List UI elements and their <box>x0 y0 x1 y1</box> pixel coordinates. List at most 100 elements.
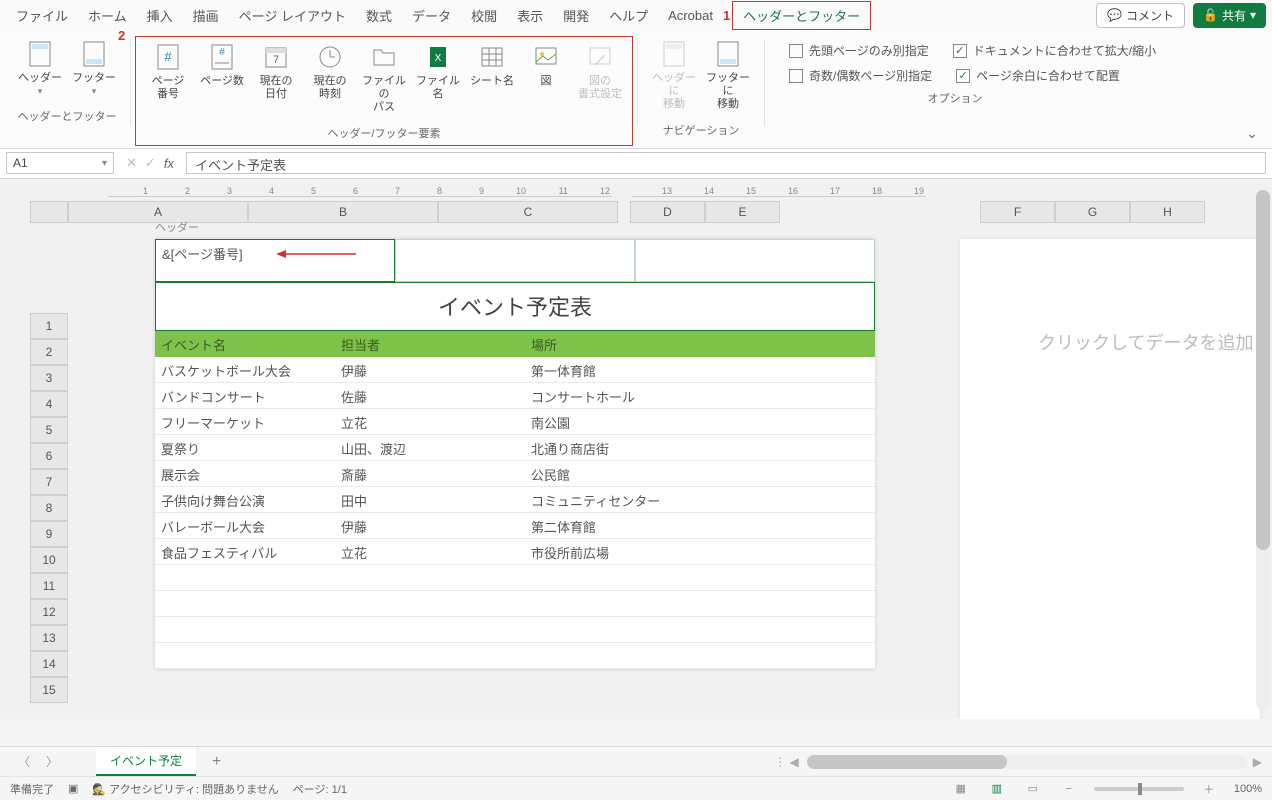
table-cell[interactable]: 第一体育館 <box>525 357 705 382</box>
zoom-slider[interactable] <box>1094 787 1184 791</box>
sheet-title-cell[interactable]: イベント予定表 <box>155 283 875 331</box>
zoom-out-button[interactable]: − <box>1058 783 1080 795</box>
row-header[interactable]: 8 <box>30 495 68 521</box>
tab-split-handle[interactable]: ⋮ ◀ <box>774 755 799 769</box>
row-header[interactable]: 2 <box>30 339 68 365</box>
table-row-empty[interactable] <box>155 591 875 617</box>
zoom-level[interactable]: 100% <box>1234 783 1262 795</box>
row-header[interactable]: 12 <box>30 599 68 625</box>
file-path-button[interactable]: ファイルの パス <box>358 39 410 119</box>
page-preview-2[interactable]: クリックしてデータを追加 <box>960 239 1260 719</box>
table-cell[interactable]: バスケットボール大会 <box>155 357 335 382</box>
table-cell[interactable]: コンサートホール <box>525 383 705 408</box>
current-time-button[interactable]: 現在の 時刻 <box>304 39 356 105</box>
accessibility-status[interactable]: 🕵 アクセシビリティ: 問題ありません <box>92 781 278 797</box>
menu-home[interactable]: ホーム <box>78 2 137 29</box>
table-cell[interactable]: 田中 <box>335 487 525 512</box>
row-header[interactable]: 15 <box>30 677 68 703</box>
tab-nav-prev[interactable]: 〈 <box>10 753 38 770</box>
menu-help[interactable]: ヘルプ <box>599 2 658 29</box>
table-cell[interactable]: バレーボール大会 <box>155 513 335 538</box>
table-row[interactable]: フリーマーケット立花南公園 <box>155 409 875 435</box>
table-cell[interactable]: 立花 <box>335 539 525 564</box>
zoom-in-button[interactable]: ＋ <box>1198 781 1220 797</box>
table-cell[interactable]: 夏祭り <box>155 435 335 460</box>
table-cell[interactable]: 北通り商店街 <box>525 435 705 460</box>
table-cell[interactable]: 伊藤 <box>335 513 525 538</box>
table-cell[interactable]: 斎藤 <box>335 461 525 486</box>
row-header[interactable]: 3 <box>30 365 68 391</box>
table-cell[interactable]: 子供向け舞台公演 <box>155 487 335 512</box>
share-button[interactable]: 🔓 共有 ▾ <box>1193 3 1266 28</box>
column-header[interactable]: E <box>705 201 780 223</box>
header-center-cell[interactable] <box>395 239 635 282</box>
column-header[interactable]: C <box>438 201 618 223</box>
table-cell[interactable]: バンドコンサート <box>155 383 335 408</box>
comments-button[interactable]: 💬 コメント <box>1096 3 1185 28</box>
table-cell[interactable]: 市役所前広場 <box>525 539 705 564</box>
row-header[interactable]: 1 <box>30 313 68 339</box>
hscroll-thumb[interactable] <box>807 755 1007 769</box>
ribbon-collapse-button[interactable]: ⌄ <box>1246 125 1258 142</box>
zoom-slider-thumb[interactable] <box>1138 783 1142 795</box>
picture-button[interactable]: 図 <box>520 39 572 92</box>
select-all-corner[interactable] <box>30 201 68 223</box>
table-cell[interactable]: 食品フェスティバル <box>155 539 335 564</box>
menu-insert[interactable]: 挿入 <box>137 2 183 29</box>
menu-view[interactable]: 表示 <box>507 2 553 29</box>
table-cell[interactable]: 展示会 <box>155 461 335 486</box>
fx-icon[interactable]: fx <box>164 156 174 171</box>
table-row[interactable]: バレーボール大会伊藤第二体育館 <box>155 513 875 539</box>
footer-button[interactable]: フッター▾ <box>68 36 120 102</box>
table-row[interactable]: 展示会斎藤公民館 <box>155 461 875 487</box>
table-cell[interactable]: 伊藤 <box>335 357 525 382</box>
view-page-break-button[interactable]: ▭ <box>1022 782 1044 795</box>
current-date-button[interactable]: 7現在の 日付 <box>250 39 302 105</box>
table-cell[interactable]: 佐藤 <box>335 383 525 408</box>
menu-data[interactable]: データ <box>402 2 461 29</box>
macro-record-icon[interactable]: ▣ <box>68 782 78 795</box>
vscroll-thumb[interactable] <box>1256 190 1270 550</box>
view-page-layout-button[interactable]: ▥ <box>986 782 1008 795</box>
table-row[interactable]: 子供向け舞台公演田中コミュニティセンター <box>155 487 875 513</box>
menu-header-footer[interactable]: ヘッダーとフッター <box>732 1 871 30</box>
menu-acrobat[interactable]: Acrobat <box>658 4 723 27</box>
cancel-icon[interactable]: ✕ <box>126 155 137 171</box>
table-cell[interactable]: 南公園 <box>525 409 705 434</box>
column-header[interactable]: F <box>980 201 1055 223</box>
menu-draw[interactable]: 描画 <box>183 2 229 29</box>
menu-formulas[interactable]: 数式 <box>356 2 402 29</box>
table-row[interactable]: バスケットボール大会伊藤第一体育館 <box>155 357 875 383</box>
enter-icon[interactable]: ✓ <box>145 155 156 171</box>
table-cell[interactable]: フリーマーケット <box>155 409 335 434</box>
formula-input[interactable]: イベント予定表 <box>186 152 1266 174</box>
view-normal-button[interactable]: ▦ <box>950 782 972 795</box>
header-button[interactable]: ヘッダー▾ <box>14 36 66 102</box>
table-cell[interactable]: コミュニティセンター <box>525 487 705 512</box>
row-header[interactable]: 13 <box>30 625 68 651</box>
row-header[interactable]: 10 <box>30 547 68 573</box>
row-header[interactable]: 11 <box>30 573 68 599</box>
horizontal-scrollbar[interactable] <box>807 755 1247 769</box>
file-name-button[interactable]: Xファイル名 <box>412 39 464 105</box>
menu-developer[interactable]: 開発 <box>553 2 599 29</box>
opt-odd-even-different[interactable]: 奇数/偶数ページ別指定 <box>789 67 932 84</box>
tab-nav-next[interactable]: 〉 <box>38 753 66 770</box>
table-row-empty[interactable] <box>155 617 875 643</box>
row-header[interactable]: 4 <box>30 391 68 417</box>
row-header[interactable]: 6 <box>30 443 68 469</box>
header-left-cell[interactable]: &[ページ番号] <box>155 239 395 282</box>
table-cell[interactable]: 公民館 <box>525 461 705 486</box>
table-cell[interactable]: 第二体育館 <box>525 513 705 538</box>
hscroll-right[interactable]: ▶ <box>1253 755 1262 769</box>
column-header[interactable]: D <box>630 201 705 223</box>
opt-first-page-different[interactable]: 先頭ページのみ別指定 <box>789 42 929 59</box>
table-row-empty[interactable] <box>155 565 875 591</box>
sheet-tab-active[interactable]: イベント予定 <box>96 747 196 776</box>
table-row-empty[interactable] <box>155 643 875 669</box>
page-count-button[interactable]: #ページ数 <box>196 39 248 92</box>
table-row[interactable]: バンドコンサート佐藤コンサートホール <box>155 383 875 409</box>
table-row[interactable]: 夏祭り山田、渡辺北通り商店街 <box>155 435 875 461</box>
name-box[interactable]: A1▾ <box>6 152 114 174</box>
opt-align-margins[interactable]: ✓ページ余白に合わせて配置 <box>956 67 1120 84</box>
